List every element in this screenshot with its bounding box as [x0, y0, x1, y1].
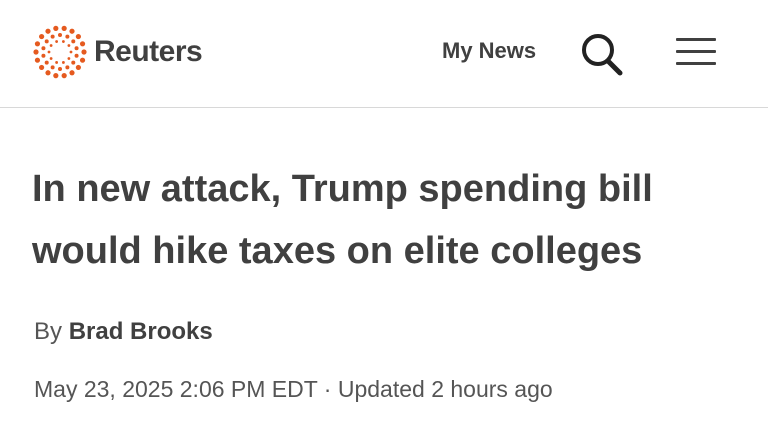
article-headline: In new attack, Trump spending bill would… — [32, 168, 653, 272]
logo-dot — [34, 41, 41, 47]
logo-dot — [34, 57, 41, 63]
logo-dot — [49, 57, 53, 60]
logo-dot — [67, 44, 71, 47]
logo-dot — [61, 25, 67, 31]
logo-dot — [65, 65, 70, 70]
reuters-logo[interactable]: Reuters — [32, 24, 203, 80]
byline-prefix: By — [34, 318, 63, 345]
logo-dot — [69, 70, 75, 76]
logo-dot — [71, 39, 76, 44]
logo-dot — [33, 49, 39, 55]
logo-dot — [53, 25, 59, 31]
logo-dot — [45, 28, 51, 34]
logo-dot — [44, 60, 49, 65]
logo-dot — [79, 57, 86, 63]
logo-dot — [53, 73, 59, 79]
logo-dot — [47, 50, 51, 54]
author-link[interactable]: Brad Brooks — [69, 318, 213, 345]
my-news-link[interactable]: My News — [442, 38, 536, 64]
date-separator: · — [323, 376, 332, 402]
logo-dot — [74, 53, 79, 58]
logo-dot — [58, 33, 62, 37]
logo-dot — [45, 70, 51, 76]
logo-dot — [55, 40, 58, 43]
logo-dot — [39, 64, 45, 71]
logo-wordmark: Reuters — [94, 35, 203, 68]
logo-dot — [50, 65, 55, 70]
logo-dot — [44, 39, 49, 44]
logo-dot — [79, 41, 86, 47]
logo-dot — [61, 73, 67, 79]
logo-dot — [62, 61, 65, 64]
logo-dot — [55, 61, 58, 64]
published-date: May 23, 2025 2:06 PM EDT — [34, 376, 318, 402]
logo-dot — [41, 53, 46, 58]
article-byline: By Brad Brooks — [34, 318, 213, 346]
logo-dot — [62, 40, 65, 43]
hamburger-menu-icon-bar — [676, 38, 716, 41]
logo-dot — [39, 33, 45, 40]
search-button[interactable] — [578, 30, 628, 78]
search-icon — [582, 34, 623, 76]
logo-dot — [75, 33, 81, 40]
logo-dot — [69, 28, 75, 34]
logo-dot — [75, 64, 81, 71]
menu-button[interactable] — [676, 38, 716, 68]
logo-dot — [49, 44, 53, 47]
hamburger-menu-icon-bar — [676, 50, 716, 53]
reuters-logo-icon — [33, 25, 87, 79]
logo-dot — [65, 34, 70, 39]
logo-dot — [58, 67, 62, 71]
logo-dot — [41, 46, 46, 51]
updated-time: Updated 2 hours ago — [337, 376, 553, 402]
logo-dot — [74, 46, 79, 51]
site-header: Reuters My News — [0, 0, 768, 108]
hamburger-menu-icon-bar — [676, 62, 716, 65]
article-dateline: May 23, 2025 2:06 PM EDT · Updated 2 hou… — [34, 376, 553, 403]
logo-dot — [81, 49, 87, 55]
logo-dot — [71, 60, 76, 65]
logo-dot — [67, 57, 71, 60]
logo-dot — [50, 34, 55, 39]
logo-dot — [69, 50, 73, 54]
